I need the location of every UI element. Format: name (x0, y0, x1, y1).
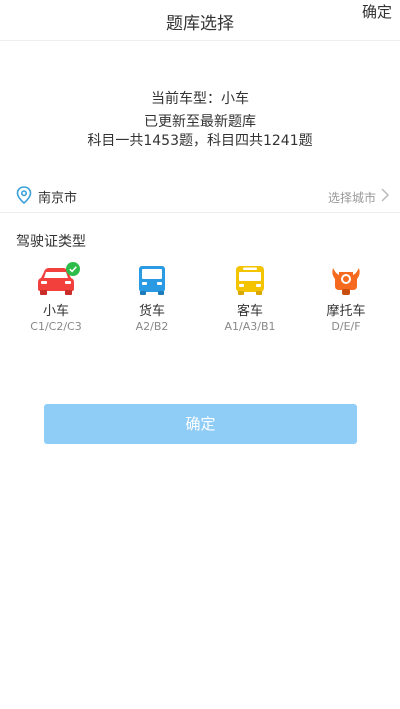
license-type-code: C1/C2/C3 (30, 320, 82, 333)
selected-check-icon (66, 262, 80, 276)
license-type-name: 货车 (138, 304, 165, 319)
header-confirm-button[interactable]: 确定 (362, 1, 392, 22)
current-vehicle-type: 当前车型：小车 (151, 91, 249, 107)
confirm-button[interactable]: 确定 (44, 404, 357, 444)
license-type-name: 客车 (236, 304, 263, 319)
page-title: 题库选择 (166, 14, 234, 34)
license-type-code: A2/B2 (135, 320, 169, 333)
license-type-title: 驾驶证类型 (16, 234, 86, 250)
license-type-name: 摩托车 (326, 304, 366, 319)
license-type-name: 小车 (42, 304, 69, 319)
city-selector[interactable]: 南京市 选择城市 (0, 178, 400, 213)
license-type-motorcycle[interactable]: 摩托车 D/E/F (296, 264, 396, 333)
license-type-code: A1/A3/B1 (224, 320, 276, 333)
choose-city-link[interactable]: 选择城市 (328, 189, 376, 206)
truck-icon (139, 266, 165, 295)
location-pin-icon (16, 186, 32, 204)
header: 题库选择 确定 (0, 0, 400, 41)
license-type-bus[interactable]: 客车 A1/A3/B1 (200, 264, 300, 333)
chevron-right-icon (381, 188, 390, 202)
motorcycle-icon (332, 268, 360, 295)
license-type-truck[interactable]: 货车 A2/B2 (102, 264, 202, 333)
bus-icon (236, 266, 264, 295)
question-counts: 科目一共1453题，科目四共1241题 (87, 133, 313, 149)
license-type-car[interactable]: 小车 C1/C2/C3 (6, 262, 106, 333)
current-city: 南京市 (38, 191, 78, 206)
update-status: 已更新至最新题库 (144, 114, 256, 130)
license-type-code: D/E/F (331, 320, 361, 333)
